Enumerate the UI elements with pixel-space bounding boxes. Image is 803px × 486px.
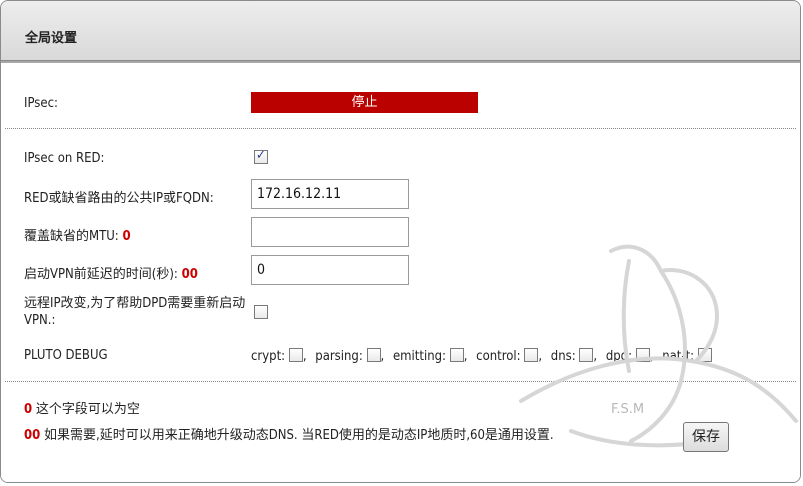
mtu-label: 覆盖缺省的MTU: 0 [24, 225, 131, 244]
mtu-label-text: 覆盖缺省的MTU: [24, 229, 119, 244]
panel-header: 全局设置 [1, 1, 800, 61]
debug-crypt-checkbox[interactable] [288, 348, 303, 362]
debug-option-emitting: emitting: , [393, 348, 467, 364]
debug-option-separator: , [302, 349, 307, 364]
dpd-restart-label: 远程IP改变,为了帮助DPD需要重新启动 VPN.: [24, 295, 245, 329]
pluto-debug-label: PLUTO DEBUG [24, 348, 108, 363]
debug-emitting-checkbox[interactable] [449, 348, 464, 362]
watermark-text: F.S.M [611, 402, 644, 417]
public-ip-label: RED或缺省路由的公共IP或FQDN: [24, 191, 214, 206]
debug-option-label: parsing: [315, 349, 363, 364]
horse-watermark: F.S.M [519, 244, 798, 448]
section-divider [5, 128, 796, 129]
ipsec-status-badge: 停止 [251, 92, 478, 113]
debug-parsing-checkbox[interactable] [366, 348, 381, 362]
delay-label: 启动VPN前延迟的时间(秒): 00 [24, 263, 198, 282]
optional-field-mark: 0 [122, 229, 131, 244]
delay-input[interactable]: 0 [251, 255, 409, 285]
dpd-restart-checkbox[interactable] [254, 305, 268, 319]
panel-title: 全局设置 [25, 31, 78, 46]
note-optional-mark: 0 [24, 402, 33, 417]
ipsec-on-red-checkbox[interactable] [254, 148, 268, 164]
dpd-restart-label-line2: VPN.: [24, 313, 56, 328]
note-optional: 0 这个字段可以为空 [24, 398, 140, 417]
global-settings-panel: 全局设置 IPsec: 停止 IPsec on RED: RED或缺省路由的公共… [0, 0, 801, 483]
note-delay-mark: 00 [24, 428, 41, 443]
public-ip-input[interactable]: 172.16.12.11 [251, 179, 409, 209]
note-optional-text: 这个字段可以为空 [35, 402, 140, 417]
note-delay: 00 如果需要,延时可以用来正确地升级动态DNS. 当RED使用的是动态IP地质… [24, 424, 554, 443]
debug-option-separator: , [380, 349, 385, 364]
note-delay-text: 如果需要,延时可以用来正确地升级动态DNS. 当RED使用的是动态IP地质时,6… [44, 428, 554, 443]
ipsec-label: IPsec: [24, 96, 58, 111]
debug-option-label: crypt: [251, 349, 286, 364]
dpd-restart-label-line1: 远程IP改变,为了帮助DPD需要重新启动 [24, 296, 246, 311]
debug-option-crypt: crypt: , [251, 348, 307, 364]
delay-label-text: 启动VPN前延迟的时间(秒): [24, 267, 178, 282]
debug-option-label: emitting: [392, 349, 446, 364]
ipsec-on-red-label: IPsec on RED: [24, 151, 105, 166]
save-button[interactable]: 保存 [683, 422, 729, 452]
mtu-input[interactable] [251, 217, 409, 247]
debug-option-separator: , [463, 349, 468, 364]
delay-note-mark: 00 [181, 267, 198, 282]
debug-option-parsing: parsing: , [315, 348, 384, 364]
